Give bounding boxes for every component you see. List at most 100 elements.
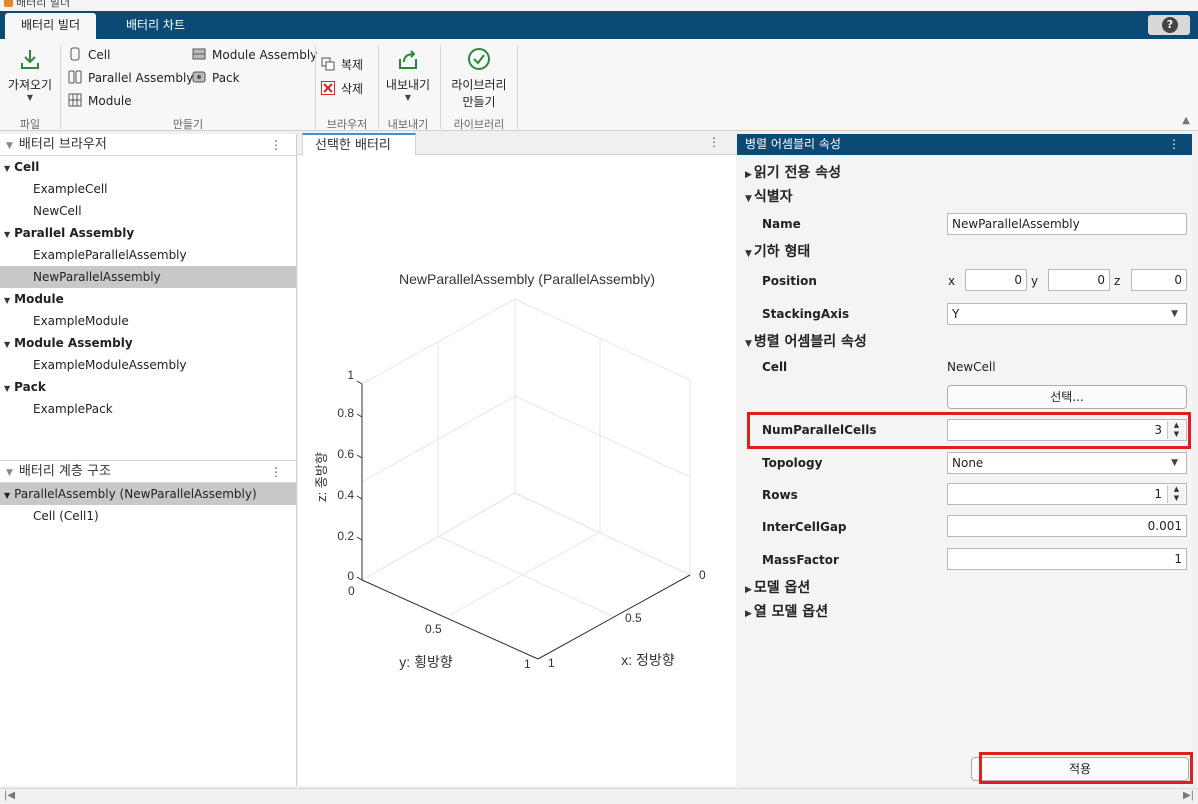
section-readonly[interactable]: ▶ 읽기 전용 속성 (745, 162, 841, 182)
z-tick-0-2: 0.2 (337, 529, 354, 543)
new-module-assembly-button[interactable]: Module Assembly (192, 46, 317, 64)
tree-group-module[interactable]: ▼ Module (0, 288, 296, 310)
stacking-axis-dropdown[interactable]: Y ▼ (947, 303, 1187, 325)
import-button[interactable]: 가져오기 ▼ (2, 47, 58, 102)
collapse-arrow-icon[interactable]: ▼ (745, 249, 752, 259)
mass-factor-label: MassFactor (762, 553, 839, 567)
tab-battery-builder[interactable]: 배터리 빌더 (5, 13, 97, 39)
copy-button[interactable]: 복제 (321, 56, 363, 74)
battery-builder-app: 배터리 빌더 배터리 빌더 배터리 차트 ? 가져오기 ▼ 파일 Cell Pa… (0, 0, 1198, 804)
section-parallel-assembly-props[interactable]: ▼ 병렬 어셈블리 속성 (745, 331, 867, 351)
topology-label: Topology (762, 456, 823, 470)
expand-arrow-icon[interactable]: ▼ (4, 230, 10, 239)
position-z-field[interactable]: 0 (1131, 269, 1187, 291)
collapse-arrow-icon[interactable]: ▼ (745, 194, 752, 204)
tab-battery-chart[interactable]: 배터리 차트 (110, 13, 201, 39)
tree-item-examplecell[interactable]: ExampleCell (0, 178, 296, 200)
section-model-options[interactable]: ▶ 모델 옵션 (745, 577, 810, 597)
expand-arrow-icon[interactable]: ▶ (745, 609, 752, 619)
tree-item-examplemodule[interactable]: ExampleModule (0, 310, 296, 332)
tree-item-exampleparallelassembly[interactable]: ExampleParallelAssembly (0, 244, 296, 266)
position-x-field[interactable]: 0 (965, 269, 1027, 291)
name-field[interactable]: NewParallelAssembly (947, 213, 1187, 235)
section-geometry[interactable]: ▼ 기하 형태 (745, 241, 810, 261)
expand-arrow-icon[interactable]: ▶ (745, 170, 752, 180)
panel-menu-icon[interactable]: ⋮ (270, 134, 282, 156)
tree-group-module-assembly[interactable]: ▼ Module Assembly (0, 332, 296, 354)
z-tick-0-4: 0.4 (337, 488, 354, 502)
rows-field[interactable]: 1 ▲ ▼ (947, 483, 1187, 505)
group-label-browser: 브라우저 (326, 118, 368, 131)
collapse-icon[interactable]: ▼ (6, 468, 13, 478)
scroll-right-icon[interactable]: ▶| (1183, 790, 1194, 801)
viewer-menu-icon[interactable]: ⋮ (708, 135, 720, 149)
new-pack-button[interactable]: Pack (192, 69, 240, 87)
new-parallel-assembly-button[interactable]: Parallel Assembly (68, 69, 193, 87)
plot-title: NewParallelAssembly (ParallelAssembly) (399, 271, 655, 287)
expand-arrow-icon[interactable]: ▶ (745, 585, 752, 595)
intercell-gap-field[interactable]: 0.001 (947, 515, 1187, 537)
parallel-assembly-icon (68, 70, 82, 84)
expand-arrow-icon[interactable]: ▼ (4, 384, 10, 393)
tree-group-pack[interactable]: ▼ Pack (0, 376, 296, 398)
y-tick-1: 1 (524, 657, 531, 671)
group-label-export: 내보내기 (387, 118, 429, 131)
panel-menu-icon[interactable]: ⋮ (270, 461, 282, 483)
tree-item-newparallelassembly[interactable]: NewParallelAssembly (0, 266, 296, 288)
collapse-ribbon-icon[interactable]: ▲ (1182, 115, 1190, 126)
expand-arrow-icon[interactable]: ▼ (4, 164, 10, 173)
z-tick-0-6: 0.6 (337, 447, 354, 461)
stacking-axis-label: StackingAxis (762, 307, 850, 321)
spin-down-icon[interactable]: ▼ (1168, 494, 1185, 503)
topology-dropdown[interactable]: None ▼ (947, 452, 1187, 474)
window-title: 배터리 빌더 (16, 0, 71, 9)
import-label: 가져오기 (7, 78, 53, 92)
tree-item-examplemoduleassembly[interactable]: ExampleModuleAssembly (0, 354, 296, 376)
group-label-create: 만들기 (172, 118, 204, 131)
z-tick-0: 0 (347, 569, 354, 583)
rows-label: Rows (762, 488, 798, 502)
battery-hierarchy-panel: ▼ 배터리 계층 구조 ⋮ ▼ ParallelAssembly (NewParal… (0, 460, 297, 786)
z-tick-1: 1 (347, 368, 354, 382)
rows-stepper[interactable]: ▲ ▼ (1167, 485, 1185, 503)
help-button[interactable]: ? (1148, 15, 1190, 35)
delete-button[interactable]: 삭제 (321, 80, 363, 98)
collapse-icon[interactable]: ▼ (6, 141, 13, 151)
chevron-down-icon: ▼ (1171, 458, 1178, 468)
expand-arrow-icon[interactable]: ▼ (4, 296, 10, 305)
battery-viewer: NewParallelAssembly (ParallelAssembly) 0… (298, 155, 736, 786)
cell-value: NewCell (947, 360, 996, 374)
export-button[interactable]: 내보내기 ▼ (380, 47, 436, 102)
battery-browser-tree: ▼ Cell ExampleCell NewCell ▼ Parallel Asse… (0, 156, 296, 420)
mass-factor-field[interactable]: 1 (947, 548, 1187, 570)
section-identifier[interactable]: ▼ 식별자 (745, 186, 793, 206)
section-thermal-model-options[interactable]: ▶ 열 모델 옵션 (745, 601, 828, 621)
select-cell-button[interactable]: 선택... (947, 385, 1187, 409)
battery-3d-plot[interactable]: NewParallelAssembly (ParallelAssembly) 0… (298, 155, 736, 786)
tree-group-cell[interactable]: ▼ Cell (0, 156, 296, 178)
z-tick-labels: 0 0.2 0.4 0.6 0.8 1 (337, 368, 354, 583)
scroll-left-icon[interactable]: |◀ (4, 790, 15, 801)
left-horizontal-scrollbar[interactable]: |◀ (0, 788, 297, 804)
collapse-arrow-icon[interactable]: ▼ (745, 339, 752, 349)
create-library-button[interactable]: 라이브러리 만들기 (444, 47, 514, 110)
spin-up-icon[interactable]: ▲ (1168, 485, 1185, 494)
new-module-button[interactable]: Module (68, 92, 132, 110)
hierarchy-root[interactable]: ▼ ParallelAssembly (NewParallelAssembly) (0, 483, 296, 505)
expand-arrow-icon[interactable]: ▼ (4, 491, 10, 500)
hierarchy-child-cell[interactable]: Cell (Cell1) (0, 505, 296, 527)
panel-menu-icon[interactable]: ⋮ (1168, 134, 1180, 155)
tree-group-parallel-assembly[interactable]: ▼ Parallel Assembly (0, 222, 296, 244)
y-tick-0: 0 (348, 584, 355, 598)
right-horizontal-scrollbar[interactable]: ▶| (737, 788, 1198, 804)
new-cell-button[interactable]: Cell (68, 46, 110, 64)
delete-icon (321, 81, 335, 95)
app-icon (4, 0, 13, 7)
intercell-gap-label: InterCellGap (762, 520, 847, 534)
tree-item-examplepack[interactable]: ExamplePack (0, 398, 296, 420)
tab-selected-battery[interactable]: 선택한 배터리 (302, 133, 416, 156)
position-y-field[interactable]: 0 (1048, 269, 1110, 291)
tree-item-newcell[interactable]: NewCell (0, 200, 296, 222)
expand-arrow-icon[interactable]: ▼ (4, 340, 10, 349)
middle-horizontal-scrollbar[interactable] (298, 788, 736, 804)
